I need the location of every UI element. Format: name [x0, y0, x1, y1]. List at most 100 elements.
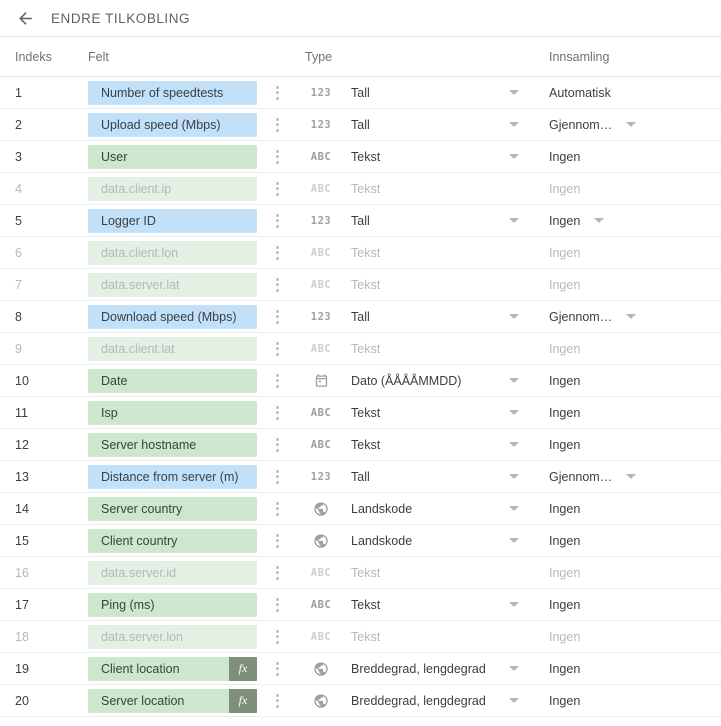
row-overflow-menu-icon[interactable]: [266, 241, 288, 265]
row-overflow-menu-icon[interactable]: [266, 433, 288, 457]
field-name-input[interactable]: Server country: [88, 496, 257, 521]
row-overflow-menu-icon[interactable]: [266, 273, 288, 297]
type-value[interactable]: Tekst: [351, 406, 509, 420]
row-overflow-menu-icon[interactable]: [266, 305, 288, 329]
table-row[interactable]: 6 data.client.lon ABC Tekst Ingen: [0, 237, 721, 269]
field-name-input[interactable]: Download speed (Mbps): [88, 304, 257, 329]
field-name-input[interactable]: Date: [88, 368, 257, 393]
field-name-input[interactable]: Number of speedtests: [88, 80, 257, 105]
field-name-input[interactable]: Client location fx: [88, 656, 257, 681]
row-overflow-menu-icon[interactable]: [266, 81, 288, 105]
row-overflow-menu-icon[interactable]: [266, 593, 288, 617]
field-name-input[interactable]: Server location fx: [88, 688, 257, 713]
row-overflow-menu-icon[interactable]: [266, 401, 288, 425]
type-dropdown-chevron-down-icon[interactable]: [509, 538, 519, 543]
type-value[interactable]: Tekst: [351, 150, 509, 164]
table-row[interactable]: 1 Number of speedtests 123 Tall Automatisk: [0, 77, 721, 109]
collection-value[interactable]: Ingen: [549, 694, 580, 708]
type-dropdown-chevron-down-icon[interactable]: [509, 378, 519, 383]
collection-value[interactable]: Gjennom…: [549, 118, 612, 132]
collection-dropdown-chevron-down-icon[interactable]: [626, 122, 637, 127]
type-value[interactable]: Landskode: [351, 534, 509, 548]
table-row[interactable]: 18 data.server.lon ABC Tekst Ingen: [0, 621, 721, 653]
row-overflow-menu-icon[interactable]: [266, 337, 288, 361]
table-row[interactable]: 14 Server country Landskode Ingen: [0, 493, 721, 525]
collection-value[interactable]: Ingen: [549, 150, 580, 164]
field-name-input[interactable]: Distance from server (m): [88, 464, 257, 489]
table-row[interactable]: 17 Ping (ms) ABC Tekst Ingen: [0, 589, 721, 621]
type-dropdown-chevron-down-icon[interactable]: [509, 442, 519, 447]
type-value[interactable]: Tall: [351, 310, 509, 324]
row-overflow-menu-icon[interactable]: [266, 465, 288, 489]
type-value[interactable]: Tall: [351, 118, 509, 132]
row-overflow-menu-icon[interactable]: [266, 529, 288, 553]
formula-fx-badge[interactable]: fx: [229, 688, 257, 713]
row-overflow-menu-icon[interactable]: [266, 689, 288, 713]
table-row[interactable]: 7 data.server.lat ABC Tekst Ingen: [0, 269, 721, 301]
type-value[interactable]: Tekst: [351, 438, 509, 452]
type-dropdown-chevron-down-icon[interactable]: [509, 122, 519, 127]
field-name-input[interactable]: Upload speed (Mbps): [88, 112, 257, 137]
row-overflow-menu-icon[interactable]: [266, 657, 288, 681]
collection-value[interactable]: Gjennom…: [549, 310, 612, 324]
type-value[interactable]: Tall: [351, 470, 509, 484]
row-overflow-menu-icon[interactable]: [266, 369, 288, 393]
table-row[interactable]: 15 Client country Landskode Ingen: [0, 525, 721, 557]
row-overflow-menu-icon[interactable]: [266, 177, 288, 201]
table-row[interactable]: 16 data.server.id ABC Tekst Ingen: [0, 557, 721, 589]
field-name-input[interactable]: User: [88, 144, 257, 169]
type-dropdown-chevron-down-icon[interactable]: [509, 474, 519, 479]
type-dropdown-chevron-down-icon[interactable]: [509, 218, 519, 223]
formula-fx-badge[interactable]: fx: [229, 656, 257, 681]
table-row[interactable]: 3 User ABC Tekst Ingen: [0, 141, 721, 173]
type-dropdown-chevron-down-icon[interactable]: [509, 602, 519, 607]
type-dropdown-chevron-down-icon[interactable]: [509, 410, 519, 415]
collection-value[interactable]: Ingen: [549, 438, 580, 452]
collection-dropdown-chevron-down-icon[interactable]: [626, 474, 637, 479]
type-value[interactable]: Tall: [351, 214, 509, 228]
row-overflow-menu-icon[interactable]: [266, 561, 288, 585]
type-dropdown-chevron-down-icon[interactable]: [509, 666, 519, 671]
table-row[interactable]: 8 Download speed (Mbps) 123 Tall Gjennom…: [0, 301, 721, 333]
collection-value[interactable]: Gjennom…: [549, 470, 612, 484]
collection-dropdown-chevron-down-icon[interactable]: [626, 314, 637, 319]
collection-value[interactable]: Automatisk: [549, 86, 611, 100]
collection-value[interactable]: Ingen: [549, 598, 580, 612]
type-value[interactable]: Dato (ÅÅÅÅMMDD): [351, 374, 509, 388]
row-overflow-menu-icon[interactable]: [266, 497, 288, 521]
type-dropdown-chevron-down-icon[interactable]: [509, 154, 519, 159]
collection-dropdown-chevron-down-icon[interactable]: [594, 218, 605, 223]
field-name-input[interactable]: Ping (ms): [88, 592, 257, 617]
row-overflow-menu-icon[interactable]: [266, 209, 288, 233]
field-name-input[interactable]: Logger ID: [88, 208, 257, 233]
table-row[interactable]: 5 Logger ID 123 Tall Ingen: [0, 205, 721, 237]
type-dropdown-chevron-down-icon[interactable]: [509, 314, 519, 319]
row-overflow-menu-icon[interactable]: [266, 113, 288, 137]
type-dropdown-chevron-down-icon[interactable]: [509, 90, 519, 95]
type-value[interactable]: Tekst: [351, 598, 509, 612]
table-row[interactable]: 20 Server location fx Breddegrad, lengdegra…: [0, 685, 721, 717]
type-dropdown-chevron-down-icon[interactable]: [509, 698, 519, 703]
table-row[interactable]: 4 data.client.ip ABC Tekst Ingen: [0, 173, 721, 205]
collection-value[interactable]: Ingen: [549, 214, 580, 228]
back-arrow-button[interactable]: [13, 6, 37, 30]
table-row[interactable]: 12 Server hostname ABC Tekst Ingen: [0, 429, 721, 461]
collection-value[interactable]: Ingen: [549, 502, 580, 516]
table-row[interactable]: 11 Isp ABC Tekst Ingen: [0, 397, 721, 429]
type-value[interactable]: Breddegrad, lengdegrad: [351, 662, 509, 676]
row-overflow-menu-icon[interactable]: [266, 625, 288, 649]
collection-value[interactable]: Ingen: [549, 534, 580, 548]
table-row[interactable]: 2 Upload speed (Mbps) 123 Tall Gjennom…: [0, 109, 721, 141]
table-row[interactable]: 10 Date Dato (ÅÅÅÅMMDD) Ingen: [0, 365, 721, 397]
type-value[interactable]: Landskode: [351, 502, 509, 516]
collection-value[interactable]: Ingen: [549, 374, 580, 388]
table-row[interactable]: 13 Distance from server (m) 123 Tall Gjennom…: [0, 461, 721, 493]
field-name-input[interactable]: Server hostname: [88, 432, 257, 457]
type-value[interactable]: Tall: [351, 86, 509, 100]
type-dropdown-chevron-down-icon[interactable]: [509, 506, 519, 511]
table-row[interactable]: 9 data.client.lat ABC Tekst Ingen: [0, 333, 721, 365]
row-overflow-menu-icon[interactable]: [266, 145, 288, 169]
type-value[interactable]: Breddegrad, lengdegrad: [351, 694, 509, 708]
collection-value[interactable]: Ingen: [549, 406, 580, 420]
table-row[interactable]: 19 Client location fx Breddegrad, lengdegra…: [0, 653, 721, 685]
